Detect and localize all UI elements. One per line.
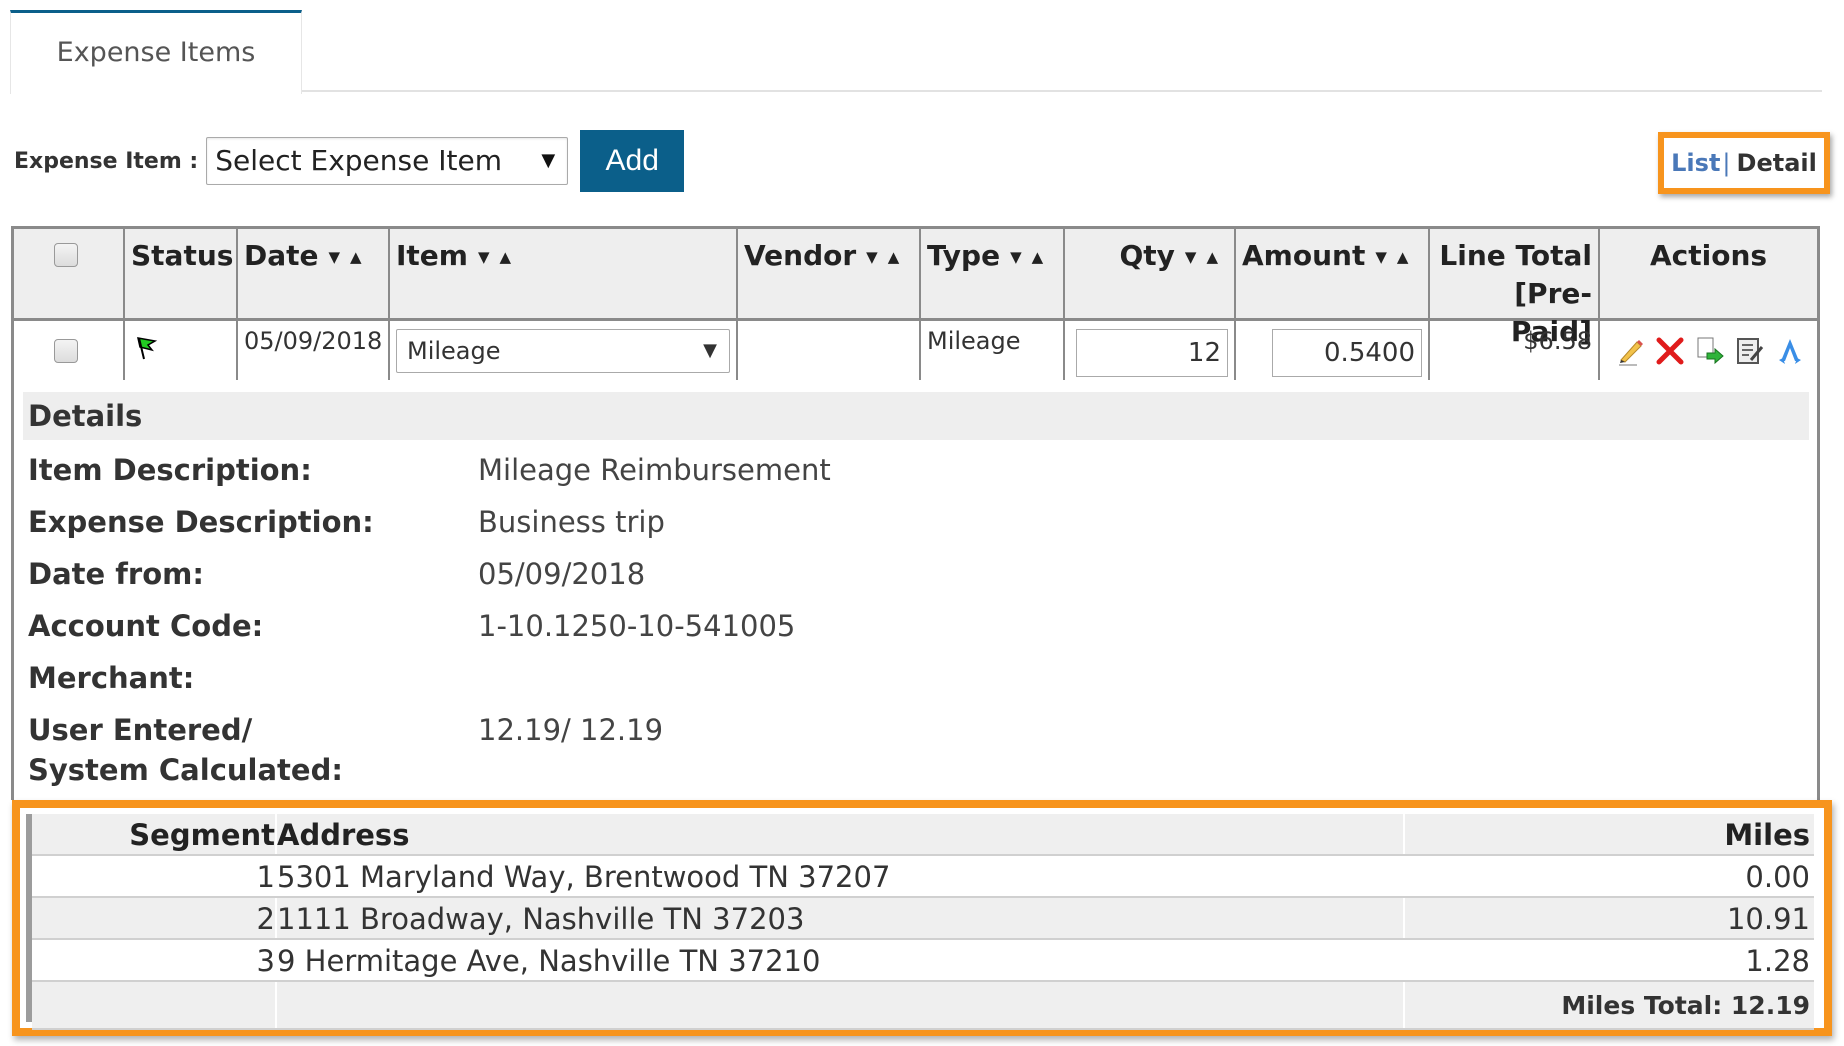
sort-icon[interactable]: ▼▲ [1375,248,1418,266]
header-status: Status [125,229,238,318]
qty-input[interactable]: 12 [1076,329,1228,377]
segment-miles: 0.00 [1745,860,1810,894]
tab-strip: Expense Items [10,10,1822,94]
header-select-all [14,229,125,318]
expense-item-select[interactable]: Select Expense Item ▼ [206,137,569,185]
header-actions: Actions [1649,239,1768,272]
detail-label: Expense Description: [28,505,374,539]
header-line-total-label: Line Total [1439,239,1592,272]
header-vendor[interactable]: Vendor ▼▲ [738,229,921,318]
item-select-value: Mileage [407,337,501,365]
header-type-label: Type [927,239,1001,272]
expense-item-select-value: Select Expense Item [215,144,502,177]
segment-row: 1 5301 Maryland Way, Brentwood TN 37207 … [32,856,1814,898]
row-checkbox[interactable] [54,339,78,363]
miles-total: Miles Total: 12.19 [1561,991,1810,1020]
row-amount: 0.5400 [1236,321,1430,380]
header-date[interactable]: Date ▼▲ [238,229,390,318]
segments-inner: Segment Address Miles 1 5301 Maryland Wa… [26,814,1814,1030]
sort-icon[interactable]: ▼▲ [866,248,909,266]
segment-row: 2 1111 Broadway, Nashville TN 37203 10.9… [32,898,1814,940]
details-title: Details [23,392,1809,440]
detail-label: Account Code: [28,609,264,643]
expense-item-label: Expense Item : [14,148,199,174]
detail-label-line2: System Calculated: [28,753,343,787]
total-spacer [277,982,1405,1028]
notes-icon[interactable] [1734,335,1766,367]
detail-label: Item Description: [28,453,312,487]
mileage-segments-table: Segment Address Miles 1 5301 Maryland Wa… [12,800,1832,1036]
sort-icon[interactable]: ▼▲ [329,248,372,266]
segment-address: 9 Hermitage Ave, Nashville TN 37210 [277,940,1405,980]
row-type: Mileage [921,321,1065,380]
detail-value: 1-10.1250-10-541005 [478,609,796,643]
detail-label: Date from: [28,557,204,591]
row-item: Mileage ▼ [390,321,738,380]
header-type[interactable]: Type ▼▲ [921,229,1065,318]
detail-value: 05/09/2018 [478,557,646,591]
expense-item-toolbar: Expense Item : Select Expense Item ▼ Add [14,130,685,192]
segment-row: 3 9 Hermitage Ave, Nashville TN 37210 1.… [32,940,1814,982]
segment-address: 5301 Maryland Way, Brentwood TN 37207 [277,856,1405,896]
segment-number: 3 [32,940,277,980]
header-line-total: Line Total [Pre-Paid] [1430,229,1600,348]
detail-value: 12.19/ 12.19 [478,713,664,747]
item-select[interactable]: Mileage ▼ [396,329,730,373]
chevron-down-icon: ▼ [703,340,717,361]
header-address: Address [277,814,1405,854]
select-all-checkbox[interactable] [54,243,78,267]
header-vendor-label: Vendor [744,239,857,272]
header-qty-label: Qty [1119,239,1175,272]
list-view-link[interactable]: List [1671,149,1720,177]
row-qty: 12 [1065,321,1236,380]
sort-icon[interactable]: ▼▲ [478,248,521,266]
segment-number: 2 [32,898,277,938]
segment-number: 1 [32,856,277,896]
details-panel: Details Item Description: Mileage Reimbu… [11,380,1820,800]
detail-label: Merchant: [28,661,195,695]
row-status [125,321,238,380]
segment-miles: 1.28 [1745,944,1810,978]
expense-grid: Status Date ▼▲ Item ▼▲ Vendor ▼▲ Type ▼▲ Qty… [11,226,1820,383]
total-spacer [32,982,277,1028]
header-segment: Segment [32,814,277,854]
chevron-down-icon: ▼ [541,150,556,171]
header-qty[interactable]: Qty ▼▲ [1065,229,1236,318]
copy-move-icon[interactable] [1694,335,1726,367]
amount-input[interactable]: 0.5400 [1272,329,1422,377]
green-flag-icon [137,337,158,360]
add-button[interactable]: Add [580,130,685,192]
tab-divider [302,90,1822,92]
header-item-label: Item [396,239,468,272]
view-separator: | [1722,149,1731,177]
delete-x-icon[interactable] [1654,335,1686,367]
sort-icon[interactable]: ▼▲ [1185,248,1228,266]
row-select-cell [14,321,125,380]
detail-value: Mileage Reimbursement [478,453,831,487]
segments-header-row: Segment Address Miles [32,814,1814,856]
view-toggle: List | Detail [1658,132,1830,194]
segments-total-row: Miles Total: 12.19 [32,982,1814,1030]
edit-pencil-icon[interactable] [1614,335,1646,367]
detail-value: Business trip [478,505,665,539]
header-amount[interactable]: Amount ▼▲ [1236,229,1430,318]
segment-miles: 10.91 [1726,902,1810,936]
detail-view-link[interactable]: Detail [1737,149,1817,177]
sort-icon[interactable]: ▼▲ [1010,248,1053,266]
header-miles: Miles [1724,818,1810,852]
header-date-label: Date [244,239,319,272]
row-actions [1600,321,1817,380]
segment-address: 1111 Broadway, Nashville TN 37203 [277,898,1405,938]
detail-label: User Entered/ [28,713,253,747]
grid-header-row: Status Date ▼▲ Item ▼▲ Vendor ▼▲ Type ▼▲ Qty… [14,229,1817,348]
table-row: 05/09/2018 Mileage ▼ Mileage 12 0.5400 $… [14,321,1817,383]
header-item[interactable]: Item ▼▲ [390,229,738,318]
row-date: 05/09/2018 [238,321,390,380]
header-amount-label: Amount [1242,239,1366,272]
route-icon[interactable] [1774,335,1806,367]
row-vendor [738,321,921,380]
row-line-total: $6.58 [1430,321,1600,380]
tab-expense-items[interactable]: Expense Items [10,10,302,94]
